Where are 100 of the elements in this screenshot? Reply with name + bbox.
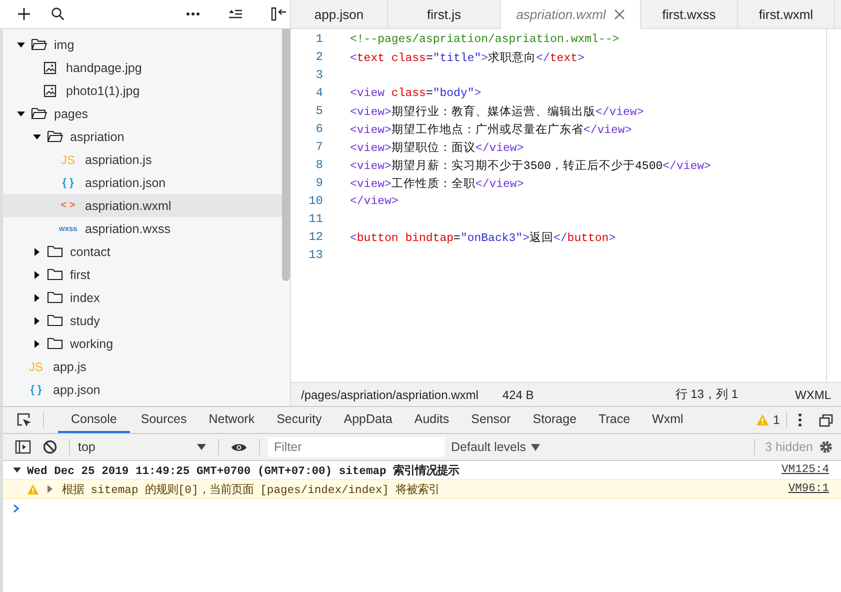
line-number: 11 (308, 212, 323, 226)
line-number: 9 (314, 176, 323, 190)
tree-item[interactable]: { } app.json (3, 378, 282, 401)
caret-down-icon[interactable] (17, 110, 25, 118)
tree-item[interactable]: index (3, 286, 282, 309)
message-text: 根据 sitemap 的规则[0]，当前页面 [pages/index/index] 将被索引 (62, 482, 440, 496)
file-path: /pages/aspriation/aspriation.wxml (301, 388, 478, 402)
code-line: <view>工作性质：全职</view> (350, 176, 524, 190)
editor-tab[interactable]: app.json (291, 0, 388, 28)
folder-icon (47, 337, 63, 350)
warning-icon (756, 414, 770, 426)
sidebar-toggle-icon[interactable] (15, 440, 31, 454)
image-file-icon (43, 84, 57, 98)
tree-item[interactable]: photo1(1).jpg (3, 79, 282, 102)
folder-icon (47, 268, 63, 281)
code-line: <view>期望工作地点：广州或尽量在广东省</view> (350, 122, 632, 136)
tree-item[interactable]: study (3, 309, 282, 332)
caret-right-icon[interactable] (33, 316, 41, 324)
tree-item[interactable]: < > aspriation.wxml (3, 194, 282, 217)
devtools-tab[interactable]: Security (266, 407, 333, 433)
line-number: 1 (314, 32, 323, 46)
tree-item[interactable]: contact (3, 240, 282, 263)
source-link[interactable]: VM125:4 (782, 464, 829, 476)
more-icon[interactable] (186, 12, 200, 16)
devtools-tab[interactable]: Audits (403, 407, 460, 433)
context-select[interactable]: top (76, 434, 212, 460)
outline-icon[interactable] (228, 9, 243, 19)
line-number: 2 (314, 50, 323, 64)
tree-item[interactable]: working (3, 332, 282, 355)
clear-icon[interactable] (43, 440, 57, 454)
line-number: 12 (308, 230, 323, 244)
language-mode[interactable]: WXML (795, 388, 831, 402)
more-vertical-icon[interactable] (798, 413, 802, 427)
line-number: 10 (308, 194, 323, 208)
warning-count[interactable]: 1 (773, 413, 780, 427)
message-text: Wed Dec 25 2019 11:49:25 GMT+0700 (GMT+07:00) sitemap 索引情况提示 (27, 463, 460, 478)
devtools-tab[interactable]: Network (198, 407, 266, 433)
js-file-icon: JS (59, 152, 77, 166)
collapse-icon[interactable] (270, 7, 287, 21)
folder-open-icon (31, 38, 47, 51)
line-number: 3 (314, 68, 323, 82)
caret-right-icon[interactable] (33, 340, 41, 348)
devtools-tab[interactable]: Wxml (641, 407, 694, 433)
image-file-icon (43, 60, 57, 74)
line-number: 13 (308, 248, 323, 262)
tree-item[interactable]: handpage.jpg (3, 56, 282, 79)
code-line: <view>期望行业：教育、媒体运营、编辑出版</view> (350, 104, 644, 118)
plus-icon[interactable] (17, 7, 32, 21)
code-line: <view>期望职位：面议</view> (350, 140, 524, 154)
devtools-tab[interactable]: Sources (130, 407, 198, 433)
close-icon[interactable] (614, 8, 625, 20)
tree-item[interactable]: img (3, 33, 282, 56)
file-size: 424 B (502, 388, 534, 402)
source-link[interactable]: VM96:1 (788, 483, 829, 495)
inspect-icon[interactable] (16, 412, 32, 428)
caret-down-icon (197, 444, 206, 450)
caret-right-icon[interactable] (33, 270, 41, 278)
folder-icon (47, 291, 63, 304)
code-line: <text class="title">求职意向</text> (350, 50, 584, 64)
code-line: <view>期望月薪：实习期不少于3500，转正后不少于4500</view> (350, 158, 711, 172)
line-number: 4 (314, 86, 323, 100)
caret-right-icon[interactable] (33, 248, 41, 256)
prompt-icon[interactable] (13, 504, 20, 512)
js-file-icon: JS (27, 360, 45, 374)
devtools-tab[interactable]: Sensor (460, 407, 522, 433)
undock-icon[interactable] (819, 414, 833, 426)
code-line: <!--pages/aspriation/aspriation.wxml--> (350, 32, 620, 46)
json-file-icon: { } (59, 176, 77, 188)
devtools-tab[interactable]: Trace (588, 407, 642, 433)
caret-right-icon[interactable] (33, 294, 41, 302)
line-number: 8 (314, 158, 323, 172)
folder-open-icon (31, 107, 47, 120)
settings-icon[interactable] (819, 440, 833, 454)
warning-icon (27, 484, 39, 494)
levels-dropdown[interactable]: Default levels (451, 434, 540, 460)
folder-icon (47, 245, 63, 258)
tree-item[interactable]: pages (3, 102, 282, 125)
tree-item[interactable]: aspriation (3, 125, 282, 148)
editor-tab[interactable]: first.wxml (738, 0, 835, 28)
editor-tab[interactable]: aspriation.wxml (501, 0, 641, 29)
tree-item[interactable]: JS app.js (3, 355, 282, 378)
code-line: <button bindtap="onBack3">返回</button> (350, 230, 616, 244)
filter-field[interactable]: Filter (268, 437, 445, 457)
folder-open-icon (47, 130, 63, 143)
hidden-count: 3 hidden (765, 439, 813, 456)
eye-icon[interactable] (231, 442, 247, 452)
editor-tab[interactable]: first.wxss (641, 0, 738, 28)
devtools-tab[interactable]: AppData (332, 407, 404, 433)
caret-down-icon[interactable] (33, 132, 41, 140)
tree-item[interactable]: { } aspriation.json (3, 171, 282, 194)
wxml-file-icon: < > (59, 200, 77, 211)
folder-icon (47, 314, 63, 327)
cursor-position: 行 13，列 1 (675, 386, 738, 403)
caret-down-icon[interactable] (13, 466, 21, 474)
tree-item[interactable]: first (3, 263, 282, 286)
caret-down-icon[interactable] (17, 40, 25, 48)
tree-item[interactable]: JS aspriation.js (3, 148, 282, 171)
devtools-tab[interactable]: Storage (522, 407, 588, 433)
code-line: </view> (350, 194, 398, 208)
search-icon[interactable] (51, 7, 66, 21)
